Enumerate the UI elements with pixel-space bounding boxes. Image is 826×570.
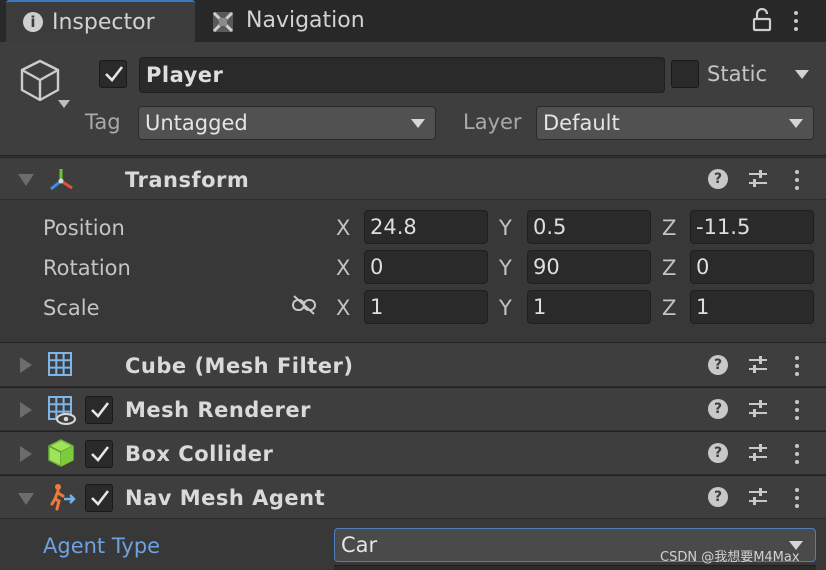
mesh-renderer-title: Mesh Renderer — [125, 398, 311, 422]
presets-icon[interactable] — [747, 354, 769, 381]
position-x-label[interactable]: X — [336, 216, 350, 240]
box-collider-header[interactable]: Box Collider ? — [0, 431, 826, 475]
position-y-field[interactable]: 0.5 — [527, 210, 651, 244]
position-y-label[interactable]: Y — [499, 216, 512, 240]
tab-inspector-label: Inspector — [52, 10, 155, 35]
fold-arrow-icon[interactable] — [20, 446, 32, 462]
component-menu-icon[interactable] — [795, 400, 799, 420]
box-collider-icon — [46, 438, 76, 473]
rotation-label: Rotation — [43, 256, 131, 280]
rotation-x-label[interactable]: X — [336, 256, 350, 280]
rotation-y-field[interactable]: 90 — [527, 250, 651, 284]
fold-arrow-icon[interactable] — [18, 493, 34, 505]
scale-z-field[interactable]: 1 — [690, 290, 814, 324]
layer-label: Layer — [463, 110, 522, 134]
position-z-field[interactable]: -11.5 — [690, 210, 814, 244]
scale-x-field[interactable]: 1 — [364, 290, 488, 324]
tab-navigation-label: Navigation — [246, 8, 365, 33]
fold-arrow-icon[interactable] — [20, 402, 32, 418]
mesh-renderer-icon — [47, 395, 77, 430]
rotation-z-field[interactable]: 0 — [690, 250, 814, 284]
scale-z-label[interactable]: Z — [662, 296, 676, 320]
component-menu-icon[interactable] — [795, 356, 799, 376]
checkmark-icon — [91, 402, 110, 418]
scale-label: Scale — [43, 296, 100, 320]
presets-icon[interactable] — [747, 168, 769, 195]
scale-y-label[interactable]: Y — [499, 296, 512, 320]
checkmark-icon — [91, 490, 110, 506]
tab-navigation[interactable]: Navigation — [206, 0, 376, 42]
presets-icon[interactable] — [747, 442, 769, 469]
box-collider-enabled-checkbox[interactable] — [85, 440, 113, 468]
active-checkbox[interactable] — [99, 60, 127, 88]
box-collider-title: Box Collider — [125, 442, 274, 466]
mesh-renderer-header[interactable]: Mesh Renderer ? — [0, 387, 826, 431]
chevron-down-icon — [789, 119, 803, 128]
chevron-down-icon — [411, 119, 425, 128]
tag-value: Untagged — [145, 111, 248, 135]
object-name-field[interactable]: Player — [139, 57, 665, 93]
mesh-filter-title: Cube (Mesh Filter) — [125, 354, 354, 378]
help-icon[interactable]: ? — [708, 355, 728, 375]
component-menu-icon[interactable] — [795, 170, 799, 190]
presets-icon[interactable] — [747, 398, 769, 425]
position-label: Position — [43, 216, 125, 240]
tag-label: Tag — [85, 110, 121, 134]
position-x-field[interactable]: 24.8 — [364, 210, 488, 244]
scale-x-label[interactable]: X — [336, 296, 350, 320]
agent-type-value: Car — [341, 533, 378, 557]
static-label: Static — [707, 62, 768, 86]
transform-header[interactable]: Transform ? — [0, 157, 826, 200]
nav-mesh-agent-header[interactable]: Nav Mesh Agent ? — [0, 475, 826, 519]
tag-dropdown[interactable]: Untagged — [138, 106, 436, 140]
static-dropdown-caret[interactable] — [795, 70, 809, 79]
rotation-y-label[interactable]: Y — [499, 256, 512, 280]
help-icon[interactable]: ? — [708, 169, 728, 189]
fold-arrow-icon[interactable] — [18, 174, 34, 186]
transform-title: Transform — [125, 168, 250, 192]
tab-menu-icon[interactable] — [794, 11, 798, 31]
rotation-z-label[interactable]: Z — [662, 256, 676, 280]
tab-inspector[interactable]: i Inspector — [6, 0, 195, 42]
transform-icon — [47, 166, 75, 199]
help-icon[interactable]: ? — [708, 399, 728, 419]
lock-icon[interactable] — [752, 7, 772, 37]
mesh-filter-header[interactable]: Cube (Mesh Filter) ? — [0, 342, 826, 387]
info-icon: i — [23, 12, 43, 32]
unlinked-constraint-icon[interactable] — [291, 295, 317, 320]
navigation-icon — [212, 11, 234, 38]
mesh-renderer-enabled-checkbox[interactable] — [85, 396, 113, 424]
nav-mesh-agent-enabled-checkbox[interactable] — [85, 484, 113, 512]
static-checkbox[interactable] — [671, 60, 699, 88]
layer-dropdown[interactable]: Default — [536, 106, 814, 140]
fold-arrow-icon[interactable] — [20, 357, 32, 373]
watermark-text: CSDN @我想要M4Max — [660, 550, 800, 565]
position-z-label[interactable]: Z — [662, 216, 676, 240]
mesh-filter-icon — [47, 351, 73, 382]
scale-y-field[interactable]: 1 — [527, 290, 651, 324]
rotation-x-field[interactable]: 0 — [364, 250, 488, 284]
component-menu-icon[interactable] — [795, 488, 799, 508]
next-field-edge — [334, 565, 816, 570]
layer-value: Default — [543, 111, 620, 135]
presets-icon[interactable] — [747, 486, 769, 513]
component-menu-icon[interactable] — [795, 444, 799, 464]
gameobject-cube-icon[interactable] — [18, 58, 62, 109]
help-icon[interactable]: ? — [708, 443, 728, 463]
icon-dropdown-caret[interactable] — [58, 100, 70, 108]
nav-mesh-agent-icon — [47, 482, 77, 517]
checkmark-icon — [105, 66, 124, 82]
help-icon[interactable]: ? — [708, 487, 728, 507]
nav-mesh-agent-title: Nav Mesh Agent — [125, 486, 326, 510]
agent-type-label: Agent Type — [43, 534, 161, 558]
checkmark-icon — [91, 446, 110, 462]
